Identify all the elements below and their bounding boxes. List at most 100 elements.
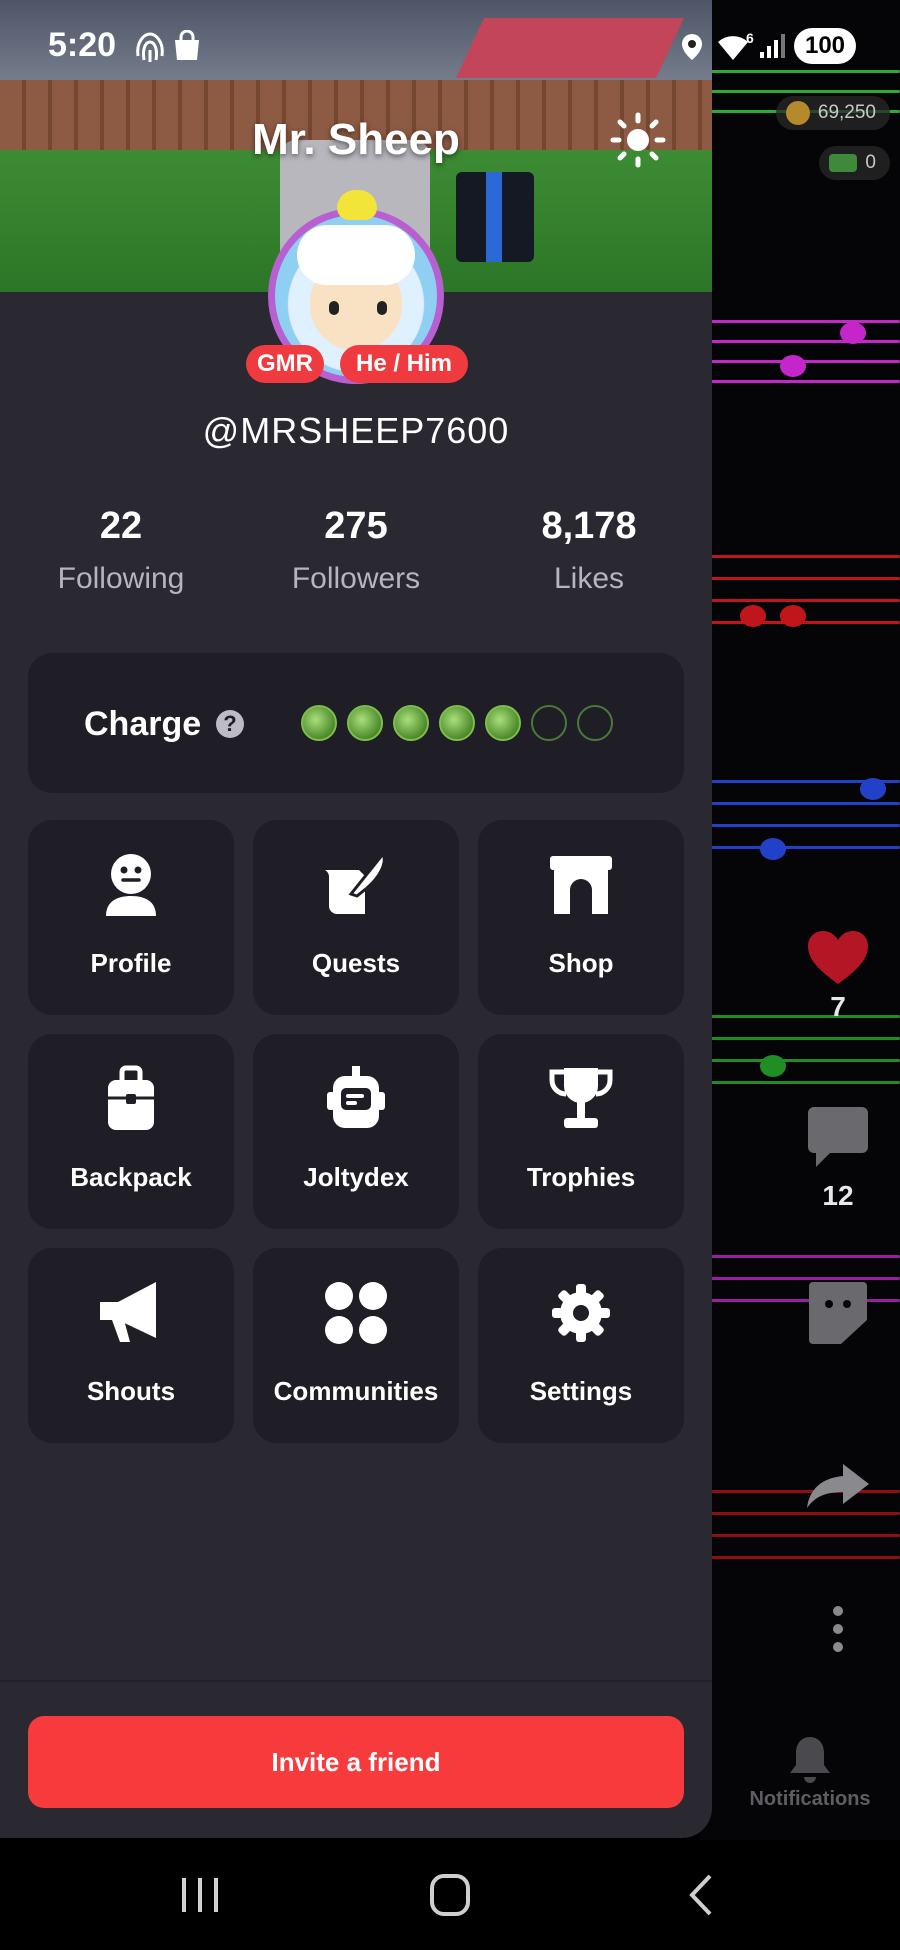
badge-gmr: GMR	[246, 345, 324, 383]
stat-followers[interactable]: 275 Followers	[241, 505, 471, 596]
more-options-button[interactable]	[778, 1605, 898, 1658]
help-icon[interactable]: ?	[216, 710, 244, 738]
more-vertical-icon	[833, 1606, 843, 1652]
cash-icon	[829, 154, 858, 172]
menu-shouts[interactable]: Shouts	[28, 1248, 234, 1443]
menu-label: Joltydex	[303, 1162, 409, 1192]
menu-label: Shouts	[86, 1376, 176, 1406]
notifications-label: Notifications	[749, 1788, 871, 1810]
system-nav-bar	[0, 1840, 900, 1950]
menu-label: Communities	[273, 1376, 439, 1406]
cash-balance: 0	[819, 146, 890, 180]
megaphone-icon	[100, 1282, 156, 1342]
charge-meter	[301, 705, 613, 741]
menu-shop[interactable]: Shop	[478, 820, 684, 1015]
network-type: 6	[746, 30, 754, 46]
menu-label: Profile	[90, 948, 172, 978]
stat-label: Likes	[553, 562, 625, 595]
stat-label: Followers	[291, 562, 421, 595]
share-arrow-icon	[807, 1464, 869, 1508]
backpack-icon	[108, 1065, 154, 1130]
storefront-icon	[550, 856, 612, 914]
robot-head-icon	[327, 1066, 385, 1128]
quill-scroll-icon	[325, 851, 386, 914]
bell-icon	[790, 1737, 830, 1783]
badge-pronouns: He / Him	[340, 345, 468, 383]
menu-profile[interactable]: Profile	[28, 820, 234, 1015]
menu-label: Trophies	[526, 1162, 636, 1192]
music-note	[780, 355, 806, 377]
menu-communities[interactable]: Communities	[253, 1248, 459, 1443]
profile-username: @MRSHEEP7600	[202, 410, 510, 451]
music-note	[840, 322, 866, 344]
invite-friend-button[interactable]: Invite a friend	[28, 1716, 684, 1808]
recent-apps-icon[interactable]	[170, 1870, 230, 1920]
theme-toggle-sun-icon[interactable]	[610, 112, 666, 168]
menu-joltydex[interactable]: Joltydex	[253, 1034, 459, 1229]
share-button[interactable]	[778, 1462, 898, 1515]
charge-pip-filled	[439, 705, 475, 741]
battery-level: 100	[794, 28, 856, 64]
charge-pip-filled	[485, 705, 521, 741]
stat-likes[interactable]: 8,178 Likes	[474, 505, 704, 596]
frog-accessory-icon	[337, 190, 377, 220]
music-note	[860, 778, 886, 800]
status-bar: 5:20 6 100	[0, 0, 900, 90]
cash-count: 0	[865, 152, 876, 173]
menu-settings[interactable]: Settings	[478, 1248, 684, 1443]
menu-label: Quests	[311, 948, 401, 978]
like-button[interactable]: 7	[778, 930, 898, 1023]
comment-count: 12	[822, 1180, 854, 1211]
status-time: 5:20	[48, 26, 117, 64]
coin-balance: 69,250	[775, 96, 890, 130]
menu-quests[interactable]: Quests	[253, 820, 459, 1015]
stat-value: 8,178	[541, 505, 637, 547]
stat-following[interactable]: 22 Following	[6, 505, 236, 596]
music-note	[760, 1055, 786, 1077]
back-icon[interactable]	[672, 1870, 732, 1920]
location-pin-icon	[682, 34, 702, 60]
home-icon[interactable]	[420, 1870, 480, 1920]
charge-panel: Charge ?	[28, 653, 684, 793]
coin-count: 69,250	[817, 102, 876, 123]
sticker-button[interactable]	[778, 1280, 898, 1351]
menu-label: Backpack	[70, 1162, 192, 1192]
trophy-icon	[549, 1068, 613, 1128]
notifications-tab[interactable]: Notifications	[730, 1735, 890, 1811]
heart-icon	[808, 931, 868, 984]
stat-value: 275	[324, 505, 388, 547]
menu-trophies[interactable]: Trophies	[478, 1034, 684, 1229]
charge-label: Charge	[84, 705, 202, 743]
fingerprint-icon	[136, 32, 164, 62]
charge-pip-empty	[531, 705, 567, 741]
stat-value: 22	[99, 505, 143, 547]
charge-pip-filled	[347, 705, 383, 741]
comment-bubble-icon	[808, 1107, 868, 1167]
divider	[0, 1680, 712, 1682]
like-count: 7	[830, 991, 846, 1022]
side-drawer: Mr. Sheep GMR He / Him @MRSHEEP7600 22 F…	[0, 0, 712, 1838]
comment-button[interactable]: 12	[778, 1105, 898, 1212]
charge-pip-filled	[301, 705, 337, 741]
wifi-icon	[718, 36, 748, 60]
sticker-icon	[809, 1282, 867, 1344]
music-feed-background: 69,250 0	[700, 0, 900, 1840]
gear-icon	[552, 1284, 610, 1342]
music-staff	[700, 1015, 900, 1095]
menu-label: Settings	[529, 1376, 633, 1406]
coin-icon	[785, 101, 810, 125]
menu-grid: Profile Quests Shop Backpack Joltydex Tr…	[28, 820, 684, 1443]
charge-pip-filled	[393, 705, 429, 741]
music-note	[740, 605, 766, 627]
profile-display-name: Mr. Sheep	[252, 115, 460, 164]
stat-label: Following	[57, 562, 185, 595]
charge-pip-empty	[577, 705, 613, 741]
four-circles-icon	[325, 1282, 387, 1344]
shopping-bag-icon	[175, 30, 199, 60]
music-note	[780, 605, 806, 627]
music-note	[760, 838, 786, 860]
menu-label: Shop	[548, 948, 614, 978]
signal-icon	[760, 34, 785, 58]
person-icon	[106, 854, 156, 916]
menu-backpack[interactable]: Backpack	[28, 1034, 234, 1229]
